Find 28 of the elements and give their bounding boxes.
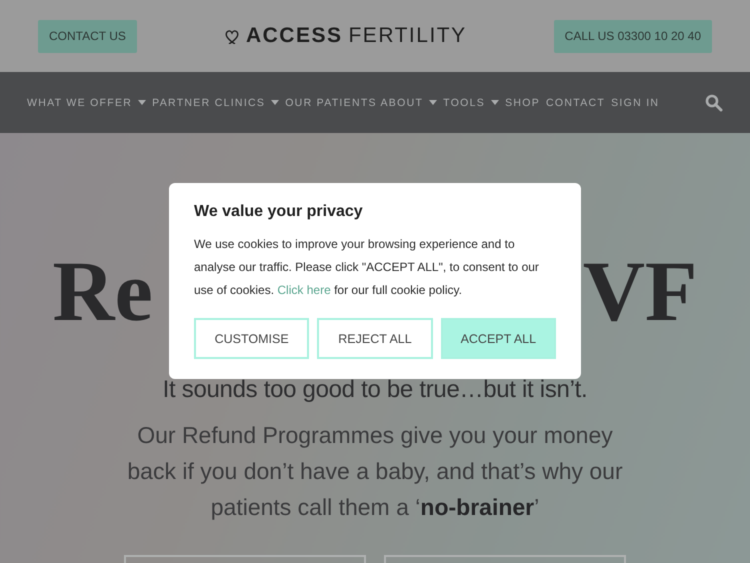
caret-icon bbox=[271, 100, 280, 105]
dialog-title: We value your privacy bbox=[194, 203, 364, 221]
contact-us-button[interactable]: CONTACT US bbox=[38, 20, 137, 52]
dialog-button[interactable]: ACCEPT ALL bbox=[440, 318, 556, 359]
caret-icon bbox=[138, 100, 146, 105]
logo[interactable]: ACCESS FERTILITY bbox=[224, 24, 467, 48]
caret-icon bbox=[429, 100, 438, 105]
hero-heading: VF bbox=[582, 242, 698, 341]
nav-link[interactable]: WHAT WE OFFER bbox=[27, 96, 146, 108]
hero-subtitle: It sounds too good to be true…but it isn’t. bbox=[162, 375, 588, 405]
logo-text: ACCESS bbox=[246, 24, 342, 48]
hero-heading: Re bbox=[52, 242, 153, 341]
logo-text: FERTILITY bbox=[348, 24, 467, 48]
nav-link[interactable]: PARTNER CLINICS bbox=[152, 96, 280, 108]
heart-flower-icon bbox=[224, 28, 240, 44]
nav-link[interactable]: CONTACT bbox=[546, 96, 606, 108]
nav-link[interactable]: OUR PATIENTS ABOUT bbox=[285, 96, 438, 108]
dialog-button[interactable]: REJECT ALL bbox=[317, 318, 433, 359]
nav-link[interactable]: TOOLS bbox=[443, 96, 500, 108]
dialog-text: We use cookies to improve your browsing experience and to analyse our traffic. Please click "ACCEPT ALL", to consent to our use of cookies. Click here for our full cookie policy. bbox=[194, 236, 540, 299]
dialog-button[interactable]: CUSTOMISE bbox=[194, 318, 310, 359]
hero-paragraph: Our Refund Programmes give you your money back if you don’t have a baby, and that’s why our patients call them a ‘no-brainer’ bbox=[126, 421, 624, 522]
search-icon[interactable] bbox=[705, 94, 723, 112]
cookie-policy-link[interactable]: Click here bbox=[277, 283, 331, 297]
nav-link[interactable]: SIGN IN bbox=[611, 96, 660, 108]
nav-link[interactable]: SHOP bbox=[505, 96, 540, 108]
call-us-button[interactable]: CALL US 03300 10 20 40 bbox=[554, 20, 712, 52]
caret-icon bbox=[491, 100, 500, 105]
